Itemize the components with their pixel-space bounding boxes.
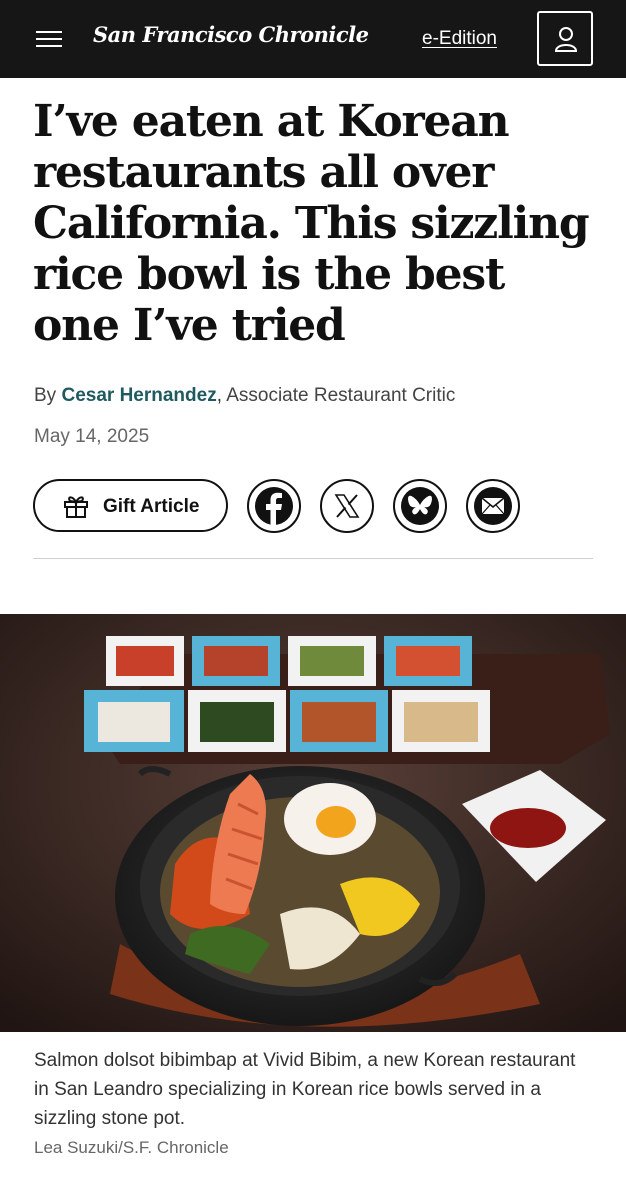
share-email-button[interactable] [466,479,520,533]
author-role: Associate Restaurant Critic [226,385,456,406]
byline-prefix: By [34,385,57,406]
user-icon [554,27,578,52]
site-header: San Francisco Chronicle e-Edition [0,0,626,78]
gift-icon [64,496,88,518]
share-x-button[interactable] [320,479,374,533]
publish-date: May 14, 2025 [34,426,150,447]
article-headline: I’ve eaten at Korean restaurants all ove… [33,96,590,351]
byline: By Cesar Hernandez, Associate Restaurant… [34,385,455,407]
photo-caption: Salmon dolsot bibimbap at Vivid Bibim, a… [34,1050,576,1129]
site-logo[interactable]: San Francisco Chronicle [93,22,369,47]
share-facebook-button[interactable] [247,479,301,533]
email-icon [474,487,512,525]
divider [33,558,593,559]
x-icon [334,494,360,518]
article-photo[interactable] [0,614,626,1032]
bibimbap-photo [0,614,626,1032]
gift-article-label: Gift Article [103,496,200,517]
e-edition-link[interactable]: e-Edition [422,28,497,50]
facebook-icon [255,487,293,525]
hamburger-menu-icon[interactable] [36,29,62,49]
photo-credit: Lea Suzuki/S.F. Chronicle [34,1138,229,1157]
account-button[interactable] [537,11,593,66]
gift-article-button[interactable]: Gift Article [33,479,228,532]
author-link[interactable]: Cesar Hernandez [61,385,216,406]
bluesky-icon [401,487,439,525]
share-bluesky-button[interactable] [393,479,447,533]
byline-separator: , [216,385,222,406]
